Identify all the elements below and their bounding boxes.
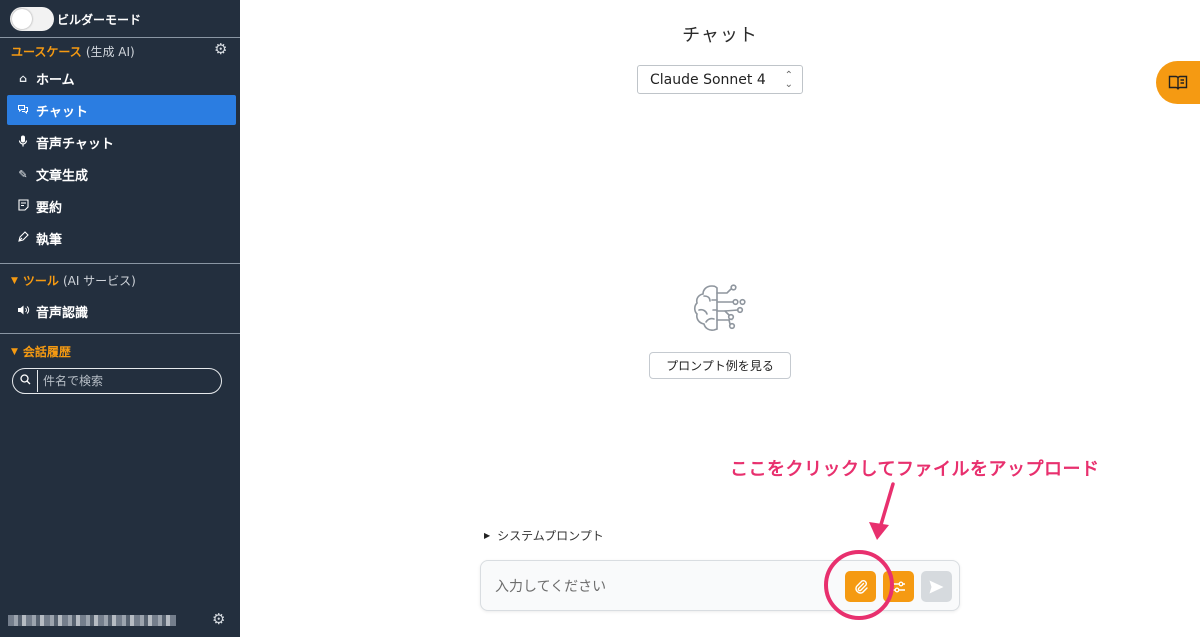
caret-right-icon: ▶ [484, 531, 491, 540]
sidebar-item-label: ホーム [36, 72, 75, 88]
tools-section-header[interactable]: ▼ ツール (AI サービス) [11, 272, 136, 289]
prompt-examples-button[interactable]: プロンプト例を見る [649, 352, 791, 379]
history-section-header[interactable]: ▼ 会話履歴 [11, 343, 71, 360]
system-prompt-toggle[interactable]: ▶ システムプロンプト [484, 527, 604, 544]
summary-icon [17, 198, 29, 214]
model-select[interactable]: Claude Sonnet 4 ⌃ ⌄ [637, 65, 803, 94]
search-icon [13, 374, 37, 388]
upload-annotation-text: ここをクリックしてファイルをアップロード [730, 459, 1100, 480]
caret-down-icon: ▼ [11, 346, 18, 357]
sidebar-item-label: 要約 [36, 200, 63, 216]
history-search-input[interactable] [38, 374, 221, 388]
sidebar-item-home[interactable]: ⌂ ホーム [7, 63, 236, 93]
send-button[interactable] [921, 571, 952, 602]
usecase-section-header: ユースケース (生成 AI) [11, 43, 135, 60]
sidebar: ビルダーモード ユースケース (生成 AI) ⚙ ⌂ ホーム チャット 音声チャ… [0, 0, 240, 637]
chat-input[interactable] [495, 577, 815, 597]
speaker-icon [17, 304, 30, 319]
sidebar-item-label: 文章生成 [36, 168, 89, 184]
chat-input-area [480, 560, 960, 611]
book-icon [1168, 75, 1188, 90]
sidebar-item-voice-chat[interactable]: 音声チャット [7, 127, 236, 157]
sidebar-item-label: 音声チャット [36, 136, 114, 152]
sidebar-item-chat[interactable]: チャット [7, 95, 236, 125]
builder-mode: ビルダーモード [10, 7, 141, 31]
mic-icon [17, 135, 29, 150]
sliders-icon [892, 581, 905, 592]
chevron-up-down-icon: ⌃ ⌄ [784, 70, 793, 90]
divider [0, 263, 240, 264]
ai-brain-icon [693, 284, 746, 331]
home-icon: ⌂ [19, 71, 27, 85]
page-title: チャット [682, 25, 758, 46]
history-section-title: 会話履歴 [22, 345, 71, 359]
pencil-icon: ✎ [18, 167, 28, 181]
paperclip-icon [854, 579, 868, 594]
sidebar-item-label: 執筆 [36, 232, 63, 248]
divider [0, 37, 240, 38]
user-name-redacted [8, 615, 176, 626]
usecase-section-subtitle: (生成 AI) [85, 45, 135, 59]
sidebar-item-writing[interactable]: 執筆 [7, 223, 236, 253]
toggle-knob [12, 9, 32, 29]
chat-settings-button[interactable] [883, 571, 914, 602]
usecase-section-title: ユースケース [11, 45, 82, 59]
sidebar-item-text-generation[interactable]: ✎ 文章生成 [7, 159, 236, 189]
builder-mode-label: ビルダーモード [57, 12, 142, 27]
model-select-value: Claude Sonnet 4 [650, 71, 766, 88]
usecase-settings-gear-icon[interactable]: ⚙ [214, 42, 227, 57]
user-settings-gear-icon[interactable]: ⚙ [212, 612, 225, 627]
pen-icon [17, 230, 29, 246]
history-search [12, 368, 222, 394]
side-panel-toggle[interactable] [1156, 61, 1200, 104]
attach-file-button[interactable] [845, 571, 876, 602]
sidebar-item-label: チャット [36, 104, 88, 120]
send-icon [929, 580, 944, 593]
tools-section-title: ツール [22, 274, 59, 288]
tools-section-subtitle: (AI サービス) [62, 274, 136, 288]
sidebar-item-label: 音声認識 [36, 305, 89, 321]
caret-down-icon: ▼ [11, 275, 18, 286]
annotation-arrow [869, 482, 895, 540]
chat-icon [17, 103, 29, 118]
sidebar-item-speech-recognition[interactable]: 音声認識 [7, 296, 236, 326]
system-prompt-label: システムプロンプト [497, 529, 604, 543]
divider [0, 333, 240, 334]
builder-mode-toggle[interactable] [10, 7, 54, 31]
sidebar-item-summary[interactable]: 要約 [7, 191, 236, 221]
